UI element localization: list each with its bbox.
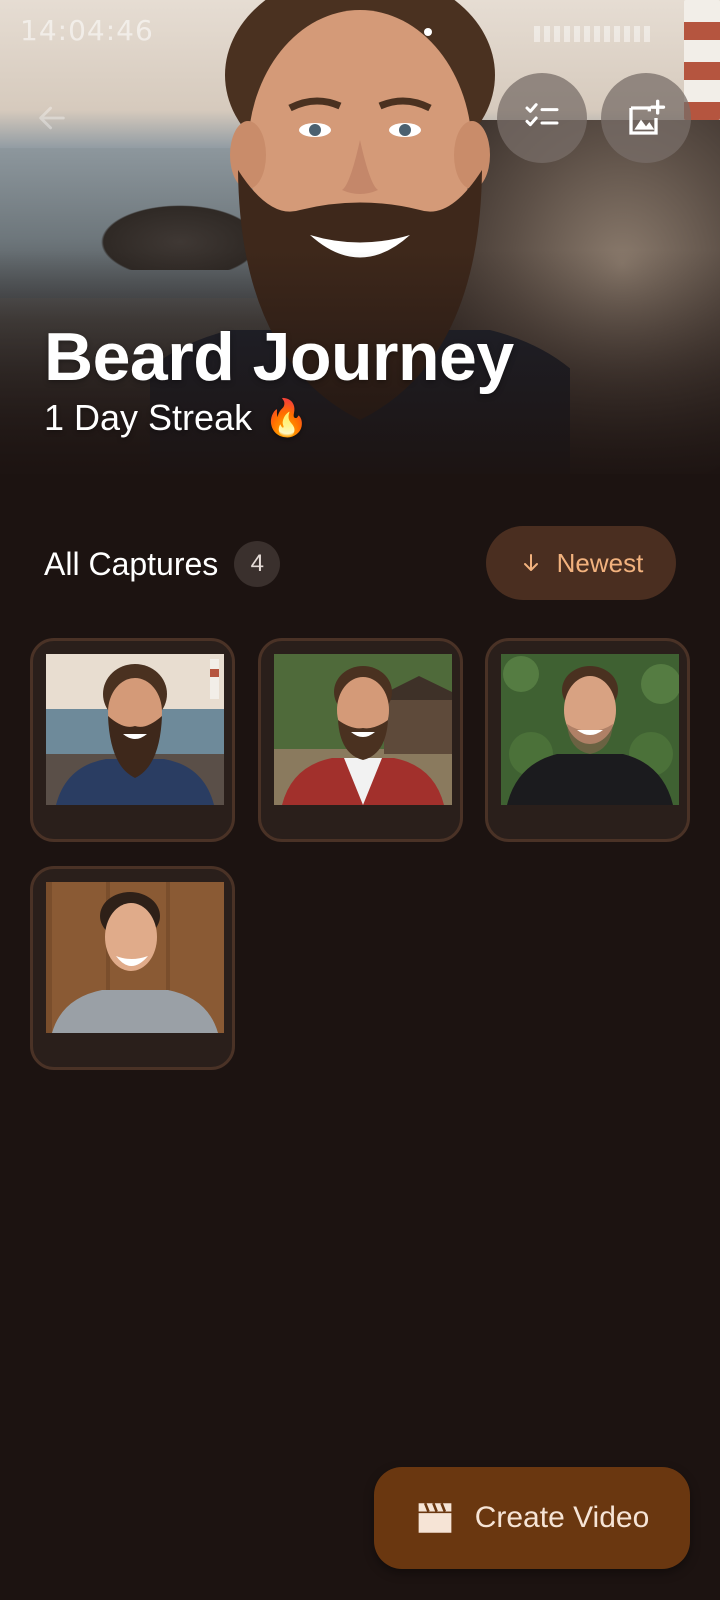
clapperboard-icon [418,1502,452,1533]
capture-card[interactable] [30,866,235,1070]
create-video-label: Create Video [474,1501,650,1534]
page-title: Beard Journey [44,319,514,395]
signal-battery-icon [534,26,654,42]
streak-label: 1 Day Streak 🔥 [44,397,309,439]
back-button[interactable] [32,98,72,138]
arrow-left-icon [39,106,65,130]
select-captures-button[interactable] [497,73,587,163]
sort-label: Newest [556,547,644,578]
arrow-down-icon [523,554,538,571]
capture-thumbnail [274,654,452,805]
section-title: All Captures [44,545,219,582]
checklist-icon [525,103,559,127]
status-time: 14:04:46 [20,14,154,47]
sort-button[interactable]: Newest [486,526,676,600]
capture-card[interactable] [485,638,690,842]
captures-count-badge: 4 [234,541,281,587]
create-video-button[interactable]: Create Video [374,1467,690,1569]
add-photo-icon [629,99,666,135]
capture-thumbnail [46,654,224,805]
capture-card[interactable] [30,638,235,842]
captures-header: All Captures 4 [44,536,281,592]
status-icons [424,26,694,42]
hero-lighthouse [684,0,720,120]
add-photo-button[interactable] [601,73,691,163]
capture-thumbnail [46,882,224,1033]
notification-dot-icon [424,28,432,36]
streak-text: 1 Day Streak [44,397,253,438]
capture-card[interactable] [258,638,463,842]
fire-icon: 🔥 [264,397,309,438]
capture-thumbnail [501,654,681,805]
